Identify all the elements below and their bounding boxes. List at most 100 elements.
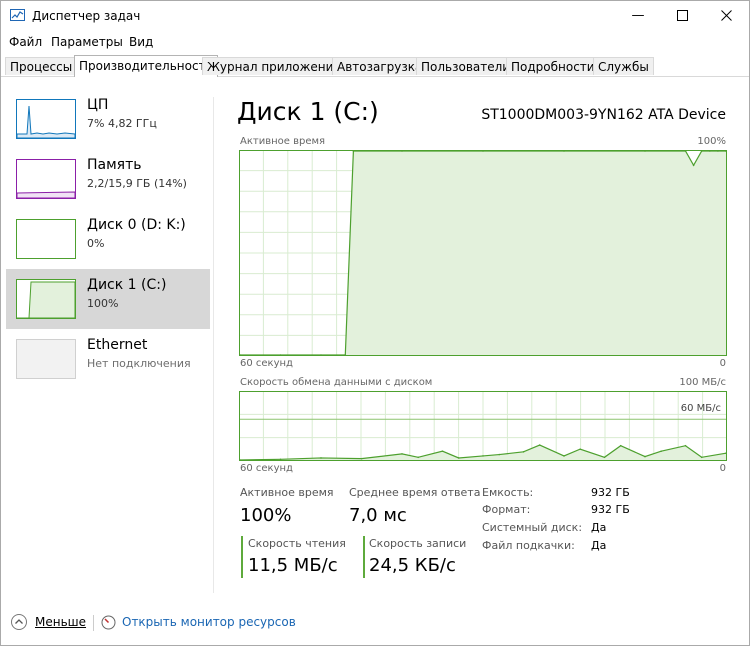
chart-point bbox=[717, 150, 719, 152]
active-time-chart bbox=[239, 150, 727, 356]
chart-point bbox=[644, 455, 646, 458]
tab-users[interactable]: Пользователи bbox=[416, 57, 516, 75]
chart2-x-left-label: 60 секунд bbox=[240, 463, 293, 474]
chart1-max-label: 100% bbox=[697, 136, 726, 147]
fewer-details-link[interactable]: Меньше bbox=[35, 615, 86, 629]
chart-point bbox=[401, 453, 403, 455]
tab-performance[interactable]: Производительность bbox=[74, 55, 218, 77]
chart-point bbox=[660, 450, 662, 452]
chart-point bbox=[417, 456, 419, 459]
chart1-x-right-label: 0 bbox=[719, 358, 726, 369]
cpu-thumbnail bbox=[16, 99, 76, 139]
sidebar-item-disk1[interactable]: Диск 1 (C:) 100% bbox=[6, 269, 210, 329]
disk1-mini-graph bbox=[17, 281, 75, 318]
chart-point bbox=[644, 150, 646, 152]
format-label: Формат: bbox=[482, 503, 531, 516]
task-manager-window: Диспетчер задач — Файл Параметры Вид Про… bbox=[0, 0, 750, 646]
chart1-label: Активное время bbox=[240, 136, 326, 147]
chart-point bbox=[725, 150, 727, 152]
chart-point bbox=[344, 354, 347, 356]
system-disk-value: Да bbox=[591, 521, 607, 534]
menu-bar: Файл Параметры Вид bbox=[1, 31, 749, 53]
chevron-up-icon[interactable] bbox=[11, 614, 27, 630]
sidebar-item-memory[interactable]: Память 2,2/15,9 ГБ (14%) bbox=[6, 149, 210, 209]
chart-point bbox=[279, 354, 282, 356]
tab-processes[interactable]: Процессы bbox=[5, 57, 78, 75]
chart-point bbox=[482, 150, 484, 152]
response-time-label: Среднее время ответа bbox=[349, 486, 481, 499]
chart-point bbox=[498, 453, 501, 456]
chart2-max-label: 100 МБ/с bbox=[679, 377, 726, 388]
title-bar: Диспетчер задач — bbox=[1, 1, 749, 31]
minimize-button[interactable]: — bbox=[615, 1, 661, 31]
chart-point bbox=[684, 150, 687, 152]
sidebar-divider bbox=[213, 97, 214, 593]
chart-point bbox=[457, 457, 460, 459]
close-button[interactable] bbox=[703, 1, 749, 31]
page-title: Диск 1 (C:) bbox=[237, 97, 379, 126]
chart-point bbox=[603, 456, 606, 459]
chart1-x-left-label: 60 секунд bbox=[240, 358, 293, 369]
disk-detail-panel: Диск 1 (C:) ST1000DM003-9YN162 ATA Devic… bbox=[221, 89, 741, 589]
chart-point bbox=[684, 444, 687, 447]
open-resource-monitor-link[interactable]: Открыть монитор ресурсов bbox=[122, 615, 296, 629]
tab-app-history[interactable]: Журнал приложений bbox=[202, 57, 347, 75]
chart-point bbox=[700, 150, 703, 152]
chart-point bbox=[538, 444, 541, 446]
chart-point bbox=[692, 164, 695, 167]
tab-services[interactable]: Службы bbox=[593, 57, 654, 75]
chart-point bbox=[401, 150, 403, 152]
device-name: ST1000DM003-9YN162 ATA Device bbox=[481, 107, 726, 123]
sidebar-item-cpu[interactable]: ЦП 7% 4,82 ГГц bbox=[6, 89, 210, 149]
chart-point bbox=[522, 451, 525, 453]
chart-point bbox=[239, 459, 241, 461]
chart-point bbox=[579, 448, 581, 450]
maximize-icon bbox=[676, 10, 688, 21]
sidebar-item-sub: 7% 4,82 ГГц bbox=[87, 117, 157, 130]
maximize-button[interactable] bbox=[659, 1, 705, 31]
menu-file[interactable]: Файл bbox=[9, 35, 42, 49]
chart-point bbox=[563, 455, 565, 457]
chart2-x-right-label: 0 bbox=[719, 463, 726, 474]
response-time-value: 7,0 мс bbox=[349, 505, 407, 526]
chart-point bbox=[360, 457, 363, 460]
chart2-label: Скорость обмена данными с диском bbox=[240, 377, 433, 388]
sidebar-item-label: Ethernet bbox=[87, 337, 148, 353]
system-disk-label: Системный диск: bbox=[482, 521, 583, 534]
memory-thumbnail bbox=[16, 159, 76, 199]
write-speed-label: Скорость записи bbox=[369, 537, 467, 550]
capacity-value: 932 ГБ bbox=[591, 486, 630, 499]
chart-point bbox=[279, 458, 282, 461]
chart-point bbox=[700, 456, 703, 459]
menu-options[interactable]: Параметры bbox=[51, 35, 123, 49]
tab-details[interactable]: Подробности bbox=[506, 57, 600, 75]
menu-view[interactable]: Вид bbox=[129, 35, 153, 49]
chart-point bbox=[725, 452, 727, 454]
sidebar-item-disk0[interactable]: Диск 0 (D: K:) 0% bbox=[6, 209, 210, 269]
capacity-label: Емкость: bbox=[482, 486, 534, 499]
read-speed-value: 11,5 МБ/с bbox=[248, 555, 338, 576]
read-speed-label: Скорость чтения bbox=[248, 537, 346, 550]
sidebar-item-ethernet[interactable]: Ethernet Нет подключения bbox=[6, 329, 210, 389]
disk1-thumbnail bbox=[16, 279, 76, 319]
sidebar-item-label: ЦП bbox=[87, 97, 109, 113]
chart-point bbox=[482, 455, 484, 457]
chart-point bbox=[709, 150, 711, 152]
chart-point bbox=[320, 354, 322, 356]
tab-startup[interactable]: Автозагрузка bbox=[332, 57, 428, 75]
cpu-mini-graph bbox=[17, 105, 75, 138]
chart-point bbox=[563, 150, 565, 152]
resource-sidebar: ЦП 7% 4,82 ГГц Память 2,2/15,9 ГБ (14%) … bbox=[6, 89, 210, 599]
window-title: Диспетчер задач bbox=[32, 9, 141, 23]
task-manager-app-icon bbox=[10, 9, 25, 21]
sidebar-item-sub: 0% bbox=[87, 237, 105, 250]
page-file-value: Да bbox=[591, 539, 607, 552]
footer-divider bbox=[93, 615, 94, 631]
format-value: 932 ГБ bbox=[591, 503, 630, 516]
write-speed-value: 24,5 КБ/с bbox=[369, 555, 456, 576]
resource-monitor-icon bbox=[101, 615, 116, 630]
close-icon bbox=[720, 10, 732, 21]
active-time-value: 100% bbox=[240, 505, 292, 526]
chart-point bbox=[619, 444, 622, 447]
sidebar-item-label: Память bbox=[87, 157, 142, 173]
